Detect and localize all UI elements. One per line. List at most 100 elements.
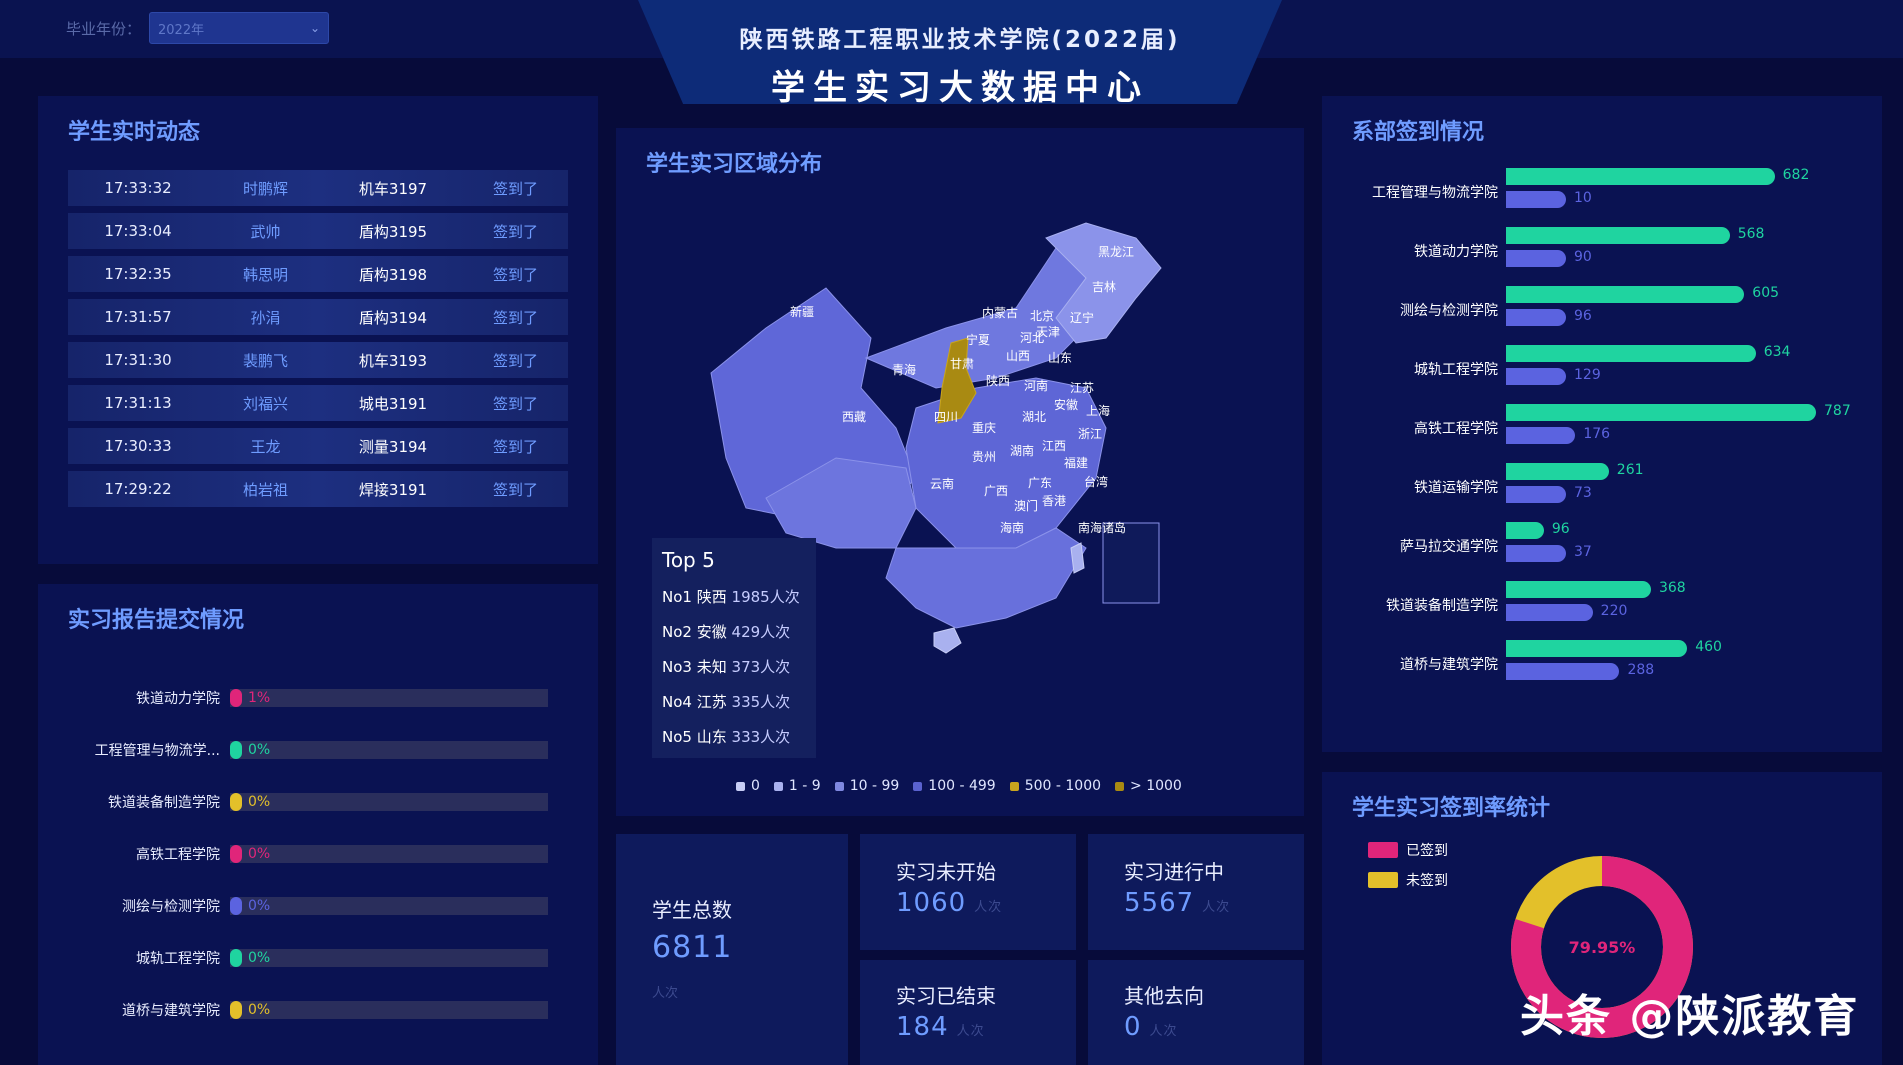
dept-bar-signed[interactable] [1506, 168, 1775, 185]
map-province-label[interactable]: 台湾 [1084, 474, 1108, 489]
map-province-label[interactable]: 海南 [1000, 520, 1024, 535]
map-province-label[interactable]: 西藏 [842, 410, 866, 424]
map-legend-item[interactable]: 1 - 9 [773, 778, 821, 794]
dept-bar-signed[interactable] [1506, 522, 1544, 539]
map-legend-label: 100 - 499 [928, 778, 996, 794]
map-province-label[interactable]: 广西 [984, 484, 1008, 498]
dept-bar-unsigned[interactable] [1506, 663, 1620, 680]
map-province-label[interactable]: 湖南 [1010, 443, 1034, 458]
stat-in-progress: 实习进行中 5567 人次 [1088, 834, 1304, 950]
map-province-label[interactable]: 山东 [1048, 351, 1072, 365]
dept-label: 工程管理与物流学院 [1372, 185, 1498, 201]
map-province-label[interactable]: 江西 [1042, 439, 1066, 453]
map-legend-item[interactable]: > 1000 [1115, 778, 1182, 794]
realtime-time: 17:32:35 [104, 265, 172, 283]
dept-bar-unsigned-value: 176 [1583, 426, 1611, 442]
realtime-status: 签到了 [492, 179, 538, 198]
dept-bar-signed[interactable] [1506, 463, 1609, 480]
map-province-label[interactable]: 南海诸岛 [1078, 520, 1126, 535]
map-province-label[interactable]: 河北 [1020, 331, 1044, 345]
report-title: 实习报告提交情况 [68, 608, 245, 633]
dept-bar-signed-value: 460 [1695, 639, 1722, 655]
stat-total: 学生总数 6811 人次 [616, 834, 848, 1065]
realtime-class: 盾构3198 [358, 265, 428, 284]
map-province-label[interactable]: 吉林 [1092, 280, 1116, 294]
top5-panel: Top 5 No1 陕西 1985人次 No2 安徽 429人次 No3 未知 37… [652, 538, 816, 758]
filter-label: 毕业年份： [66, 19, 142, 38]
realtime-name: 孙涓 [250, 308, 281, 327]
map-province-label[interactable]: 澳门 [1014, 498, 1038, 513]
stat-unit: 人次 [1149, 1024, 1178, 1039]
map-province-label[interactable]: 安徽 [1054, 397, 1078, 412]
map-province-label[interactable]: 甘肃 [950, 357, 974, 371]
dept-bar-unsigned[interactable] [1506, 368, 1566, 385]
map-province-label[interactable]: 湖北 [1022, 409, 1046, 424]
map-province-label[interactable]: 河南 [1024, 378, 1048, 393]
report-row-label: 铁道装备制造学院 [108, 795, 220, 811]
report-progress-fill [230, 741, 242, 759]
map-province-label[interactable]: 香港 [1042, 494, 1066, 508]
realtime-time: 17:31:13 [104, 394, 172, 412]
map-legend-item[interactable]: 100 - 499 [913, 778, 996, 794]
dept-bar-signed[interactable] [1506, 404, 1816, 421]
dept-bar-unsigned[interactable] [1506, 250, 1566, 267]
realtime-time: 17:33:04 [104, 222, 172, 240]
map-province-label[interactable]: 重庆 [972, 421, 996, 435]
map-province-label[interactable]: 江苏 [1070, 381, 1094, 395]
map-legend-item[interactable]: 10 - 99 [834, 778, 899, 794]
map-province-label[interactable]: 上海 [1086, 403, 1110, 418]
map-legend-item[interactable]: 0 [736, 778, 760, 794]
realtime-class: 城电3191 [358, 394, 428, 413]
dept-bar-unsigned[interactable] [1506, 604, 1593, 621]
stat-not-started-number: 1060 人次 [896, 888, 1002, 918]
top5-name: 陕西 [696, 588, 727, 606]
map-legend-swatch [834, 781, 844, 791]
map-province-label[interactable]: 云南 [930, 476, 954, 491]
top5-item: No4 江苏 335人次 [662, 685, 806, 720]
dept-bar-signed[interactable] [1506, 640, 1688, 657]
realtime-time: 17:29:22 [104, 480, 172, 498]
dept-bar-signed[interactable] [1506, 227, 1730, 244]
map-province-label[interactable]: 四川 [934, 410, 958, 424]
map-province-label[interactable]: 黑龙江 [1098, 245, 1134, 259]
map-province-label[interactable]: 宁夏 [966, 332, 990, 347]
dept-bar-unsigned-value: 220 [1600, 603, 1628, 619]
dept-label: 城轨工程学院 [1414, 362, 1498, 378]
realtime-time: 17:33:32 [104, 179, 172, 197]
dept-bar-unsigned-value: 90 [1574, 249, 1592, 265]
dept-bar-unsigned[interactable] [1506, 191, 1566, 208]
dept-bar-signed[interactable] [1506, 286, 1745, 303]
map-legend-label: > 1000 [1130, 778, 1182, 794]
dept-bar-unsigned[interactable] [1506, 427, 1576, 444]
map-province-label[interactable]: 北京 [1030, 309, 1054, 323]
dept-bar-unsigned-value: 96 [1574, 308, 1592, 324]
dept-bar-unsigned[interactable] [1506, 486, 1566, 503]
map-province-label[interactable]: 新疆 [790, 304, 814, 319]
map-province-label[interactable]: 浙江 [1078, 427, 1102, 441]
dept-bar-signed-value: 368 [1658, 580, 1686, 596]
realtime-name: 柏岩祖 [242, 480, 288, 499]
map-province-label[interactable]: 福建 [1064, 455, 1088, 470]
realtime-class: 盾构3194 [358, 308, 428, 327]
graduation-year-select[interactable]: 2022年 ⌄ [149, 12, 330, 44]
dept-bar-unsigned[interactable] [1506, 545, 1566, 562]
map-province-label[interactable]: 陕西 [986, 373, 1010, 388]
dept-bar-signed[interactable] [1506, 581, 1651, 598]
map-province-label[interactable]: 辽宁 [1070, 310, 1094, 325]
map-province-label[interactable]: 内蒙古 [982, 305, 1018, 320]
report-row: 铁道装备制造学院 0% [38, 791, 638, 813]
map-province-label[interactable]: 青海 [892, 362, 916, 377]
map-province-label[interactable]: 广东 [1028, 476, 1052, 490]
realtime-class: 盾构3195 [358, 222, 428, 241]
map-province-label[interactable]: 山西 [1006, 349, 1030, 363]
report-progress-track: 0% [230, 741, 548, 759]
map-province-label[interactable]: 贵州 [972, 450, 996, 464]
dept-bar-unsigned[interactable] [1506, 309, 1566, 326]
stat-total-value: 6811 [652, 930, 733, 965]
map-legend-item[interactable]: 500 - 1000 [1009, 778, 1101, 794]
dept-bar-signed[interactable] [1506, 345, 1756, 362]
report-row-label: 城轨工程学院 [136, 951, 220, 967]
realtime-row: 17:32:35 韩思明 盾构3198 签到了 [68, 256, 568, 292]
top5-name: 安徽 [696, 623, 727, 641]
realtime-class: 焊接3191 [358, 480, 428, 499]
